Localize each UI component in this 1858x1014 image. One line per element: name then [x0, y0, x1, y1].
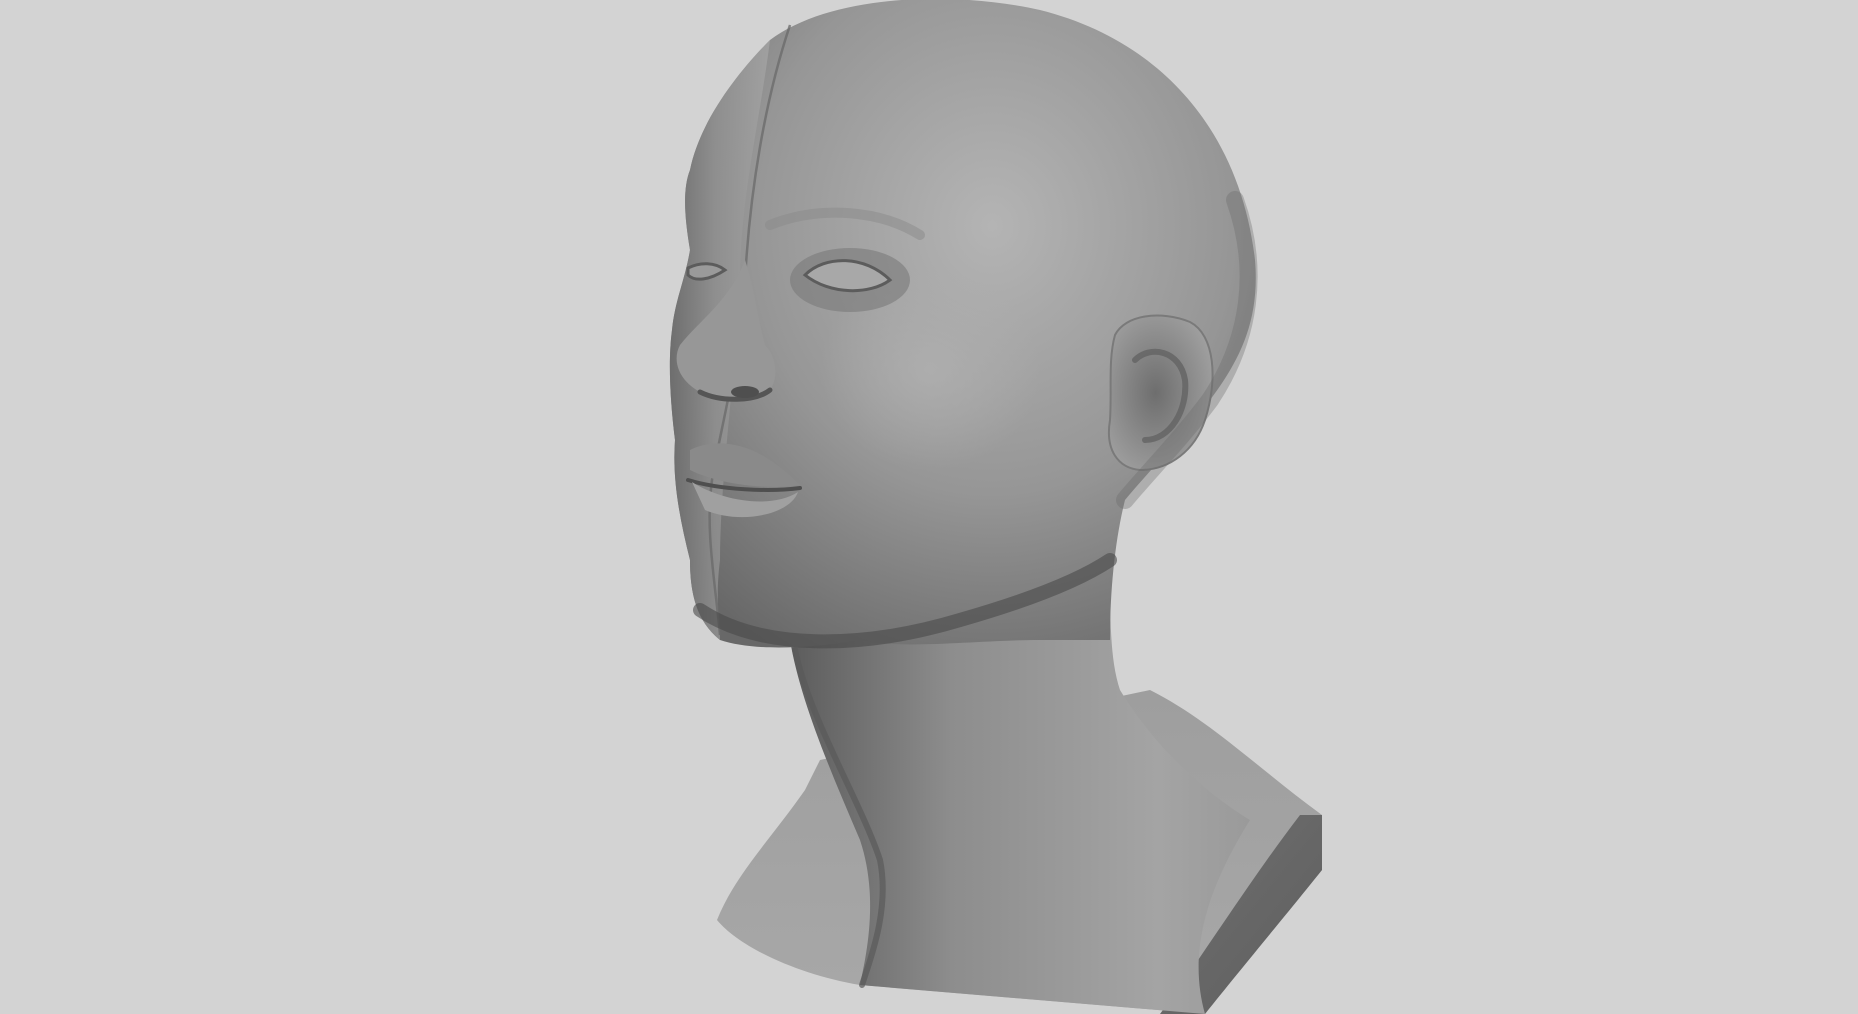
nostril: [731, 386, 759, 398]
viewport-3d[interactable]: [0, 0, 1858, 1014]
sculpt-model[interactable]: [0, 0, 1858, 1014]
